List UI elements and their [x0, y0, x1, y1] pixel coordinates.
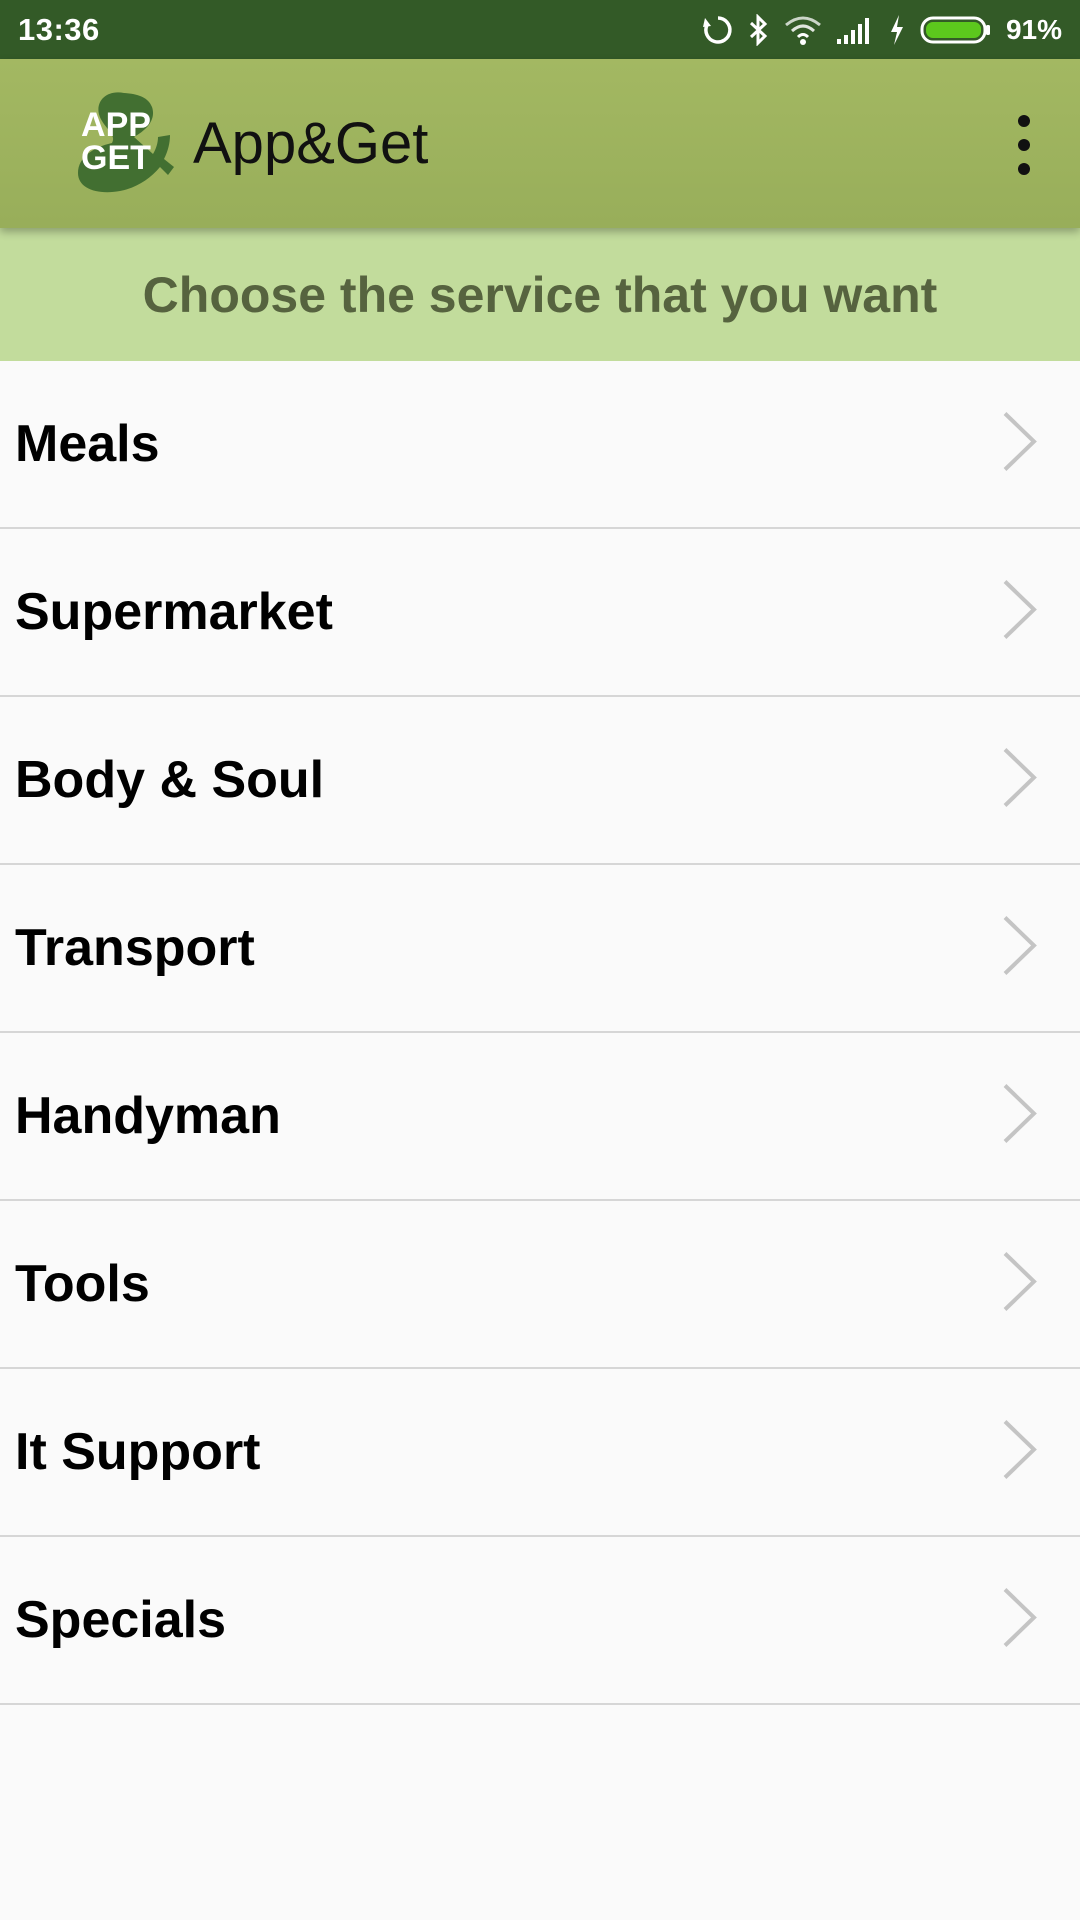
chevron-right-icon — [1002, 747, 1038, 814]
service-label: Body & Soul — [15, 751, 325, 809]
chevron-right-icon — [1002, 1419, 1038, 1486]
service-label: Meals — [15, 415, 160, 473]
service-label: Tools — [15, 1255, 150, 1313]
sync-icon — [702, 14, 734, 46]
svg-text:GET: GET — [81, 139, 151, 177]
menu-dot — [1018, 115, 1030, 127]
banner-text: Choose the service that you want — [142, 266, 938, 323]
battery-percent: 91% — [1005, 13, 1062, 45]
status-bar: 13:36 91% — [0, 0, 1080, 59]
app-logo: APP GET — [64, 87, 174, 197]
chevron-right-icon — [1002, 1083, 1038, 1150]
service-list: Meals Supermarket Body & Soul Transport … — [0, 361, 1080, 1705]
chevron-right-icon — [1002, 1251, 1038, 1318]
menu-dot — [1018, 139, 1030, 151]
service-banner: Choose the service that you want — [0, 228, 1080, 361]
status-icons: 91% — [702, 13, 1062, 46]
service-label: It Support — [15, 1423, 261, 1481]
wifi-icon — [784, 15, 822, 45]
app-title: App&Get — [193, 111, 429, 176]
app-bar: APP GET App&Get — [0, 59, 1080, 228]
chevron-right-icon — [1002, 915, 1038, 982]
more-vert-icon[interactable] — [1002, 115, 1046, 175]
bluetooth-icon — [748, 13, 770, 46]
status-time: 13:36 — [18, 11, 100, 47]
charging-icon — [888, 14, 906, 46]
service-label: Specials — [15, 1591, 227, 1649]
service-item-it-support[interactable]: It Support — [0, 1369, 1080, 1537]
signal-icon — [836, 15, 874, 45]
service-item-handyman[interactable]: Handyman — [0, 1033, 1080, 1201]
battery-icon — [920, 15, 992, 45]
service-label: Handyman — [15, 1087, 281, 1145]
service-item-supermarket[interactable]: Supermarket — [0, 529, 1080, 697]
service-item-tools[interactable]: Tools — [0, 1201, 1080, 1369]
service-item-transport[interactable]: Transport — [0, 865, 1080, 1033]
service-item-specials[interactable]: Specials — [0, 1537, 1080, 1705]
service-item-meals[interactable]: Meals — [0, 361, 1080, 529]
menu-dot — [1018, 163, 1030, 175]
service-label: Transport — [15, 919, 255, 977]
chevron-right-icon — [1002, 411, 1038, 478]
chevron-right-icon — [1002, 579, 1038, 646]
chevron-right-icon — [1002, 1587, 1038, 1654]
service-label: Supermarket — [15, 583, 333, 641]
service-item-body-soul[interactable]: Body & Soul — [0, 697, 1080, 865]
